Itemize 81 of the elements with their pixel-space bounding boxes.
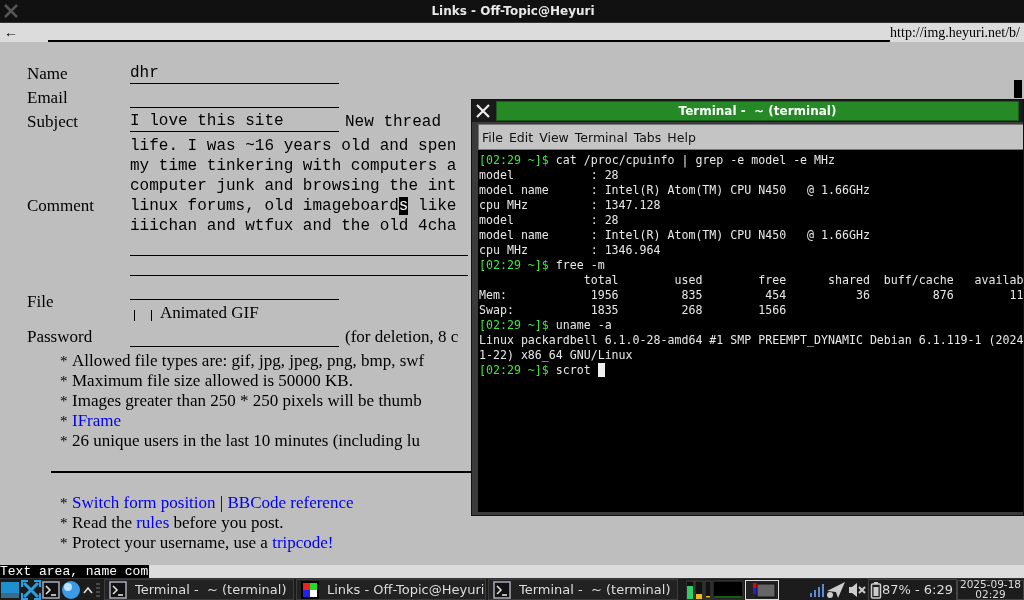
terminal-icon xyxy=(109,580,127,599)
input-field[interactable]: dhr xyxy=(130,64,339,84)
window-icon[interactable] xyxy=(0,579,20,600)
taskbar-button[interactable]: Links - Off-Topic@Heyuri xyxy=(296,579,486,600)
command-text: uname -a xyxy=(555,318,612,333)
form-label: Password xyxy=(27,327,94,347)
new-thread-button[interactable]: New thread xyxy=(339,112,441,132)
scroll-thumb[interactable] xyxy=(1014,80,1022,98)
note-text: Read the rules before you post. xyxy=(72,513,284,533)
prompt-text: [02:29 ~]$ xyxy=(479,258,549,273)
url-text: http://img.heyuri.net/b/ xyxy=(890,25,1021,42)
workspace-pager-icon[interactable] xyxy=(745,579,779,600)
battery-indicator[interactable]: 87% - 6:29 xyxy=(867,578,957,600)
battery-icon xyxy=(869,580,882,599)
output-text: 1-22) x86_64 GNU/Linux xyxy=(479,348,633,363)
menu-item[interactable]: Edit xyxy=(505,129,537,145)
output-text: model name : Intel(R) Atom(TM) CPU N450 @ 1.66GHz xyxy=(479,183,870,198)
link[interactable]: IFrame xyxy=(72,411,122,430)
prompt-text: [02:29 ~]$ xyxy=(479,318,549,333)
link[interactable]: BBCode reference xyxy=(227,493,354,512)
menu-item[interactable]: File xyxy=(479,129,506,145)
taskbar-button[interactable]: Terminal - ~ (terminal) xyxy=(488,579,678,600)
clock-text: 02:29 xyxy=(975,589,1006,599)
menu-item[interactable]: Help xyxy=(664,129,699,145)
form-label: File xyxy=(27,292,55,312)
status-text: Text area, name com xyxy=(0,565,150,578)
bullet-mark: * xyxy=(60,494,69,513)
bullet-mark: * xyxy=(60,534,69,553)
arrows-icon[interactable] xyxy=(21,579,41,600)
note-text: Protect your username, use a tripcode! xyxy=(72,533,334,553)
command-text: free -m xyxy=(555,258,605,273)
link[interactable]: Switch form position xyxy=(72,493,216,512)
window-title: Terminal - ~ (terminal) xyxy=(496,101,1019,121)
output-text: cpu MHz : 1346.964 xyxy=(479,243,661,258)
terminal-icon xyxy=(493,580,511,599)
bullet-mark: * xyxy=(60,392,69,411)
bullet-mark: * xyxy=(60,352,69,371)
bullet-mark: * xyxy=(60,432,69,451)
command-text: cat /proc/cpuinfo | grep -e model -e MHz xyxy=(555,153,835,168)
form-label: Subject xyxy=(27,112,79,132)
globe-icon[interactable] xyxy=(61,579,81,600)
menu-item[interactable]: View xyxy=(536,129,572,145)
output-text: Linux packardbell 6.1.0-28-amd64 #1 SMP PREEMPT_DYNAMIC Debian 6.1.119-1 (2024 xyxy=(479,333,1023,348)
paper-plane-icon[interactable] xyxy=(825,579,846,600)
form-label: Name xyxy=(27,64,69,84)
output-text: total used free shared buff/cache availab xyxy=(582,273,1023,288)
link[interactable]: tripcode! xyxy=(272,533,334,552)
output-text: model name : Intel(R) Atom(TM) CPU N450 @ 1.66GHz xyxy=(479,228,870,243)
bullet-mark: * xyxy=(60,514,69,533)
window-title: Links - Off-Topic@Heyuri xyxy=(430,4,596,18)
command-text: scrot xyxy=(555,363,591,378)
date-text: 2025-09-18 xyxy=(959,580,1021,590)
note-text: Images greater than 250 * 250 pixels will be thumb xyxy=(72,391,422,411)
output-text: Swap: 1835 268 1566 xyxy=(479,303,787,318)
input-field[interactable]: I love this site xyxy=(130,112,339,132)
battery-text: 87% - 6:29 xyxy=(881,582,953,597)
prompt-text: [02:29 ~]$ xyxy=(479,153,549,168)
terminal-icon[interactable] xyxy=(42,579,60,600)
bullet-mark: * xyxy=(60,412,69,431)
form-label: Email xyxy=(27,88,69,108)
output-text: model : 28 xyxy=(479,213,619,228)
bullet-mark: * xyxy=(60,372,69,391)
menu-item[interactable]: Tabs xyxy=(630,129,665,145)
output-text: cpu MHz : 1347.128 xyxy=(479,198,661,213)
output-text: Mem: 1956 835 454 36 876 11 xyxy=(479,288,1023,303)
comment-textarea[interactable]: life. I was ~16 years old and spen my time tinkering with computers a computer junk and browsing the int linux forums, old imageboards like iiichan and wtfux and the old 4cha xyxy=(130,136,468,276)
taskbar-button[interactable]: Terminal - ~ (terminal) xyxy=(104,579,294,600)
menu-item[interactable]: Terminal xyxy=(571,129,631,145)
prompt-text: [02:29 ~]$ xyxy=(479,363,549,378)
note-text: 26 unique users in the last 10 minutes (including lu xyxy=(72,431,420,451)
note-text: Allowed file types are: gif, jpg, jpeg, png, bmp, swf xyxy=(72,351,425,371)
note-text: Maximum file size allowed is 50000 KB. xyxy=(72,371,353,391)
form-label: Comment xyxy=(27,196,96,216)
app-icon xyxy=(301,580,319,599)
checkbox-label: Animated GIF xyxy=(160,303,259,323)
hint-text: (for deletion, 8 c xyxy=(345,327,459,347)
output-text: model : 28 xyxy=(479,168,619,183)
back-link[interactable]: ← xyxy=(0,26,22,42)
note-text: Switch form position | BBCode reference xyxy=(72,493,354,513)
checkbox[interactable] xyxy=(134,309,152,321)
link[interactable]: rules xyxy=(136,513,170,532)
